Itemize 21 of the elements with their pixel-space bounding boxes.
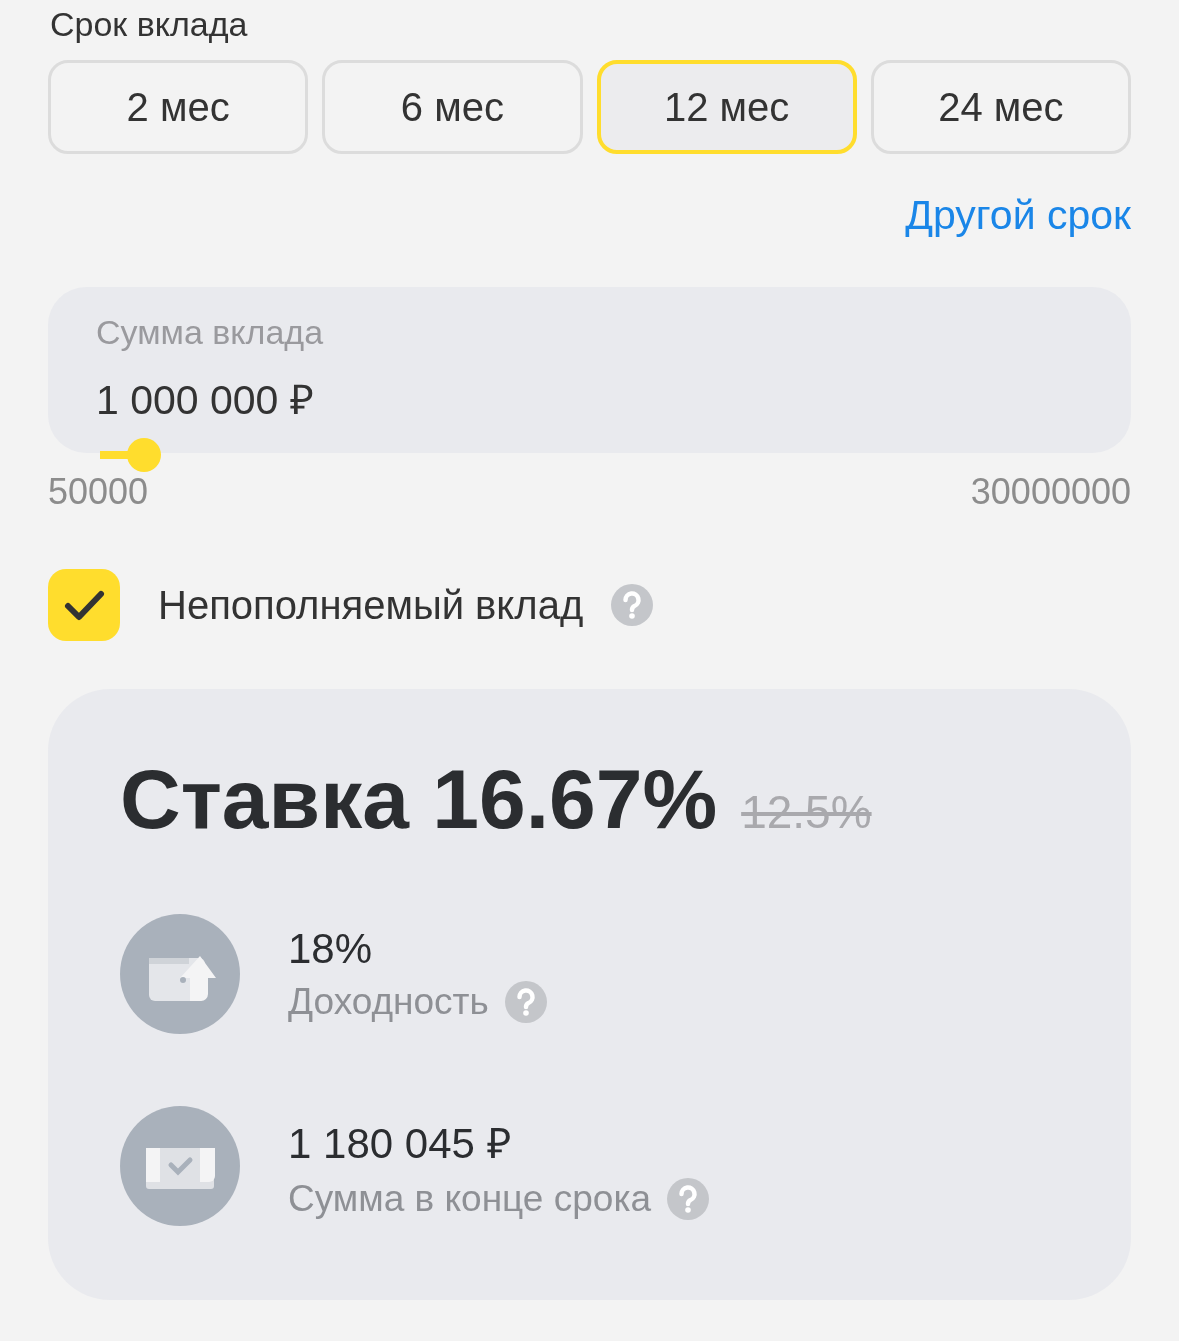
section-label: Срок вклада [49, 4, 249, 45]
term-option[interactable]: 2 мес [48, 60, 309, 154]
max-label: 30000000 [970, 471, 1131, 513]
term-option[interactable]: 12 мес [596, 60, 857, 154]
checkbox-label: Непополняемый вклад [158, 582, 584, 628]
card-check-icon [120, 1106, 240, 1226]
checkbox[interactable] [48, 569, 120, 641]
term-option[interactable]: 6 мес [322, 60, 583, 154]
help-icon[interactable] [504, 981, 547, 1023]
result-value: 18% [288, 925, 374, 973]
old-rate: 12.5% [741, 785, 872, 839]
result-value: 1 180 045 ₽ [288, 1118, 512, 1169]
min-label: 50000 [48, 471, 149, 513]
rate-title: Ставка 16.67% [120, 751, 718, 848]
help-icon[interactable] [611, 584, 654, 626]
result-label: Сумма в конце срока [288, 1177, 651, 1220]
term-option[interactable]: 24 мес [870, 60, 1131, 154]
result-label: Доходность [288, 981, 489, 1023]
help-icon[interactable] [666, 1177, 709, 1220]
amount-field[interactable]: Сумма вклада 1 000 000 ₽ [48, 287, 1131, 453]
slider-thumb[interactable] [127, 438, 162, 472]
